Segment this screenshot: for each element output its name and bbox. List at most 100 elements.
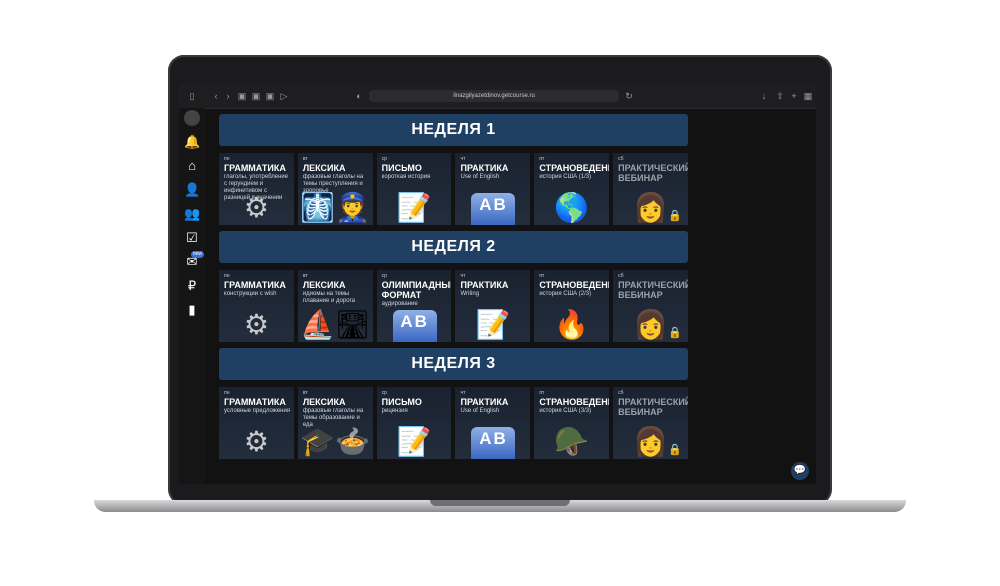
download-icon[interactable]: ↓ <box>759 91 769 101</box>
lesson-title: СТРАНОВЕДЕНИЕ <box>539 397 609 407</box>
lock-icon: 🔒 <box>668 444 682 456</box>
lesson-title: ПРАКТИКА <box>460 397 509 407</box>
shield-icon[interactable]: ◐ <box>354 91 364 101</box>
share-icon[interactable]: ⇧ <box>775 91 785 101</box>
tasks-icon[interactable]: ☑ <box>184 230 200 246</box>
gear-icon: ⚙ <box>243 309 269 340</box>
lesson-card[interactable]: вт ЛЕКСИКА фразовые глаголы на темы образо… <box>297 387 373 459</box>
lesson-card-locked[interactable]: сб ПРАКТИЧЕСКИЙ ВЕБИНАР 👩 🔒 <box>613 387 688 459</box>
helmet-icon: 🪖 <box>554 426 590 457</box>
lesson-subtitle: Use of English <box>460 174 500 180</box>
day-label: сб <box>618 390 624 396</box>
memo-icon: 📝 <box>396 192 432 223</box>
lesson-card[interactable]: чт ПРАКТИКА Use of English AB <box>455 153 531 225</box>
memo-icon: 📝 <box>475 309 511 340</box>
reload-icon[interactable]: ↻ <box>624 91 634 101</box>
lesson-subtitle: аудирование <box>381 301 418 307</box>
lesson-title: ПРАКТИКА <box>460 163 509 173</box>
tab-overview-icon[interactable]: ▦ <box>803 91 813 101</box>
mobile-icon[interactable]: ▮ <box>184 302 200 318</box>
home-icon[interactable]: ⌂ <box>184 158 200 174</box>
lesson-card[interactable]: ср ПИСЬМО рецензия 📝 <box>376 387 452 459</box>
graduation-food-icon: 🎓🍲 <box>300 426 371 457</box>
lesson-subtitle: рецензия <box>381 408 408 414</box>
xray-police-icon: 🩻👮 <box>300 192 371 223</box>
lesson-card-locked[interactable]: сб ПРАКТИЧЕСКИЙ ВЕБИНАР 👩 🔒 <box>613 270 688 342</box>
lesson-card[interactable]: птСТРАНОВЕДЕНИЕистория США (1/3) 🌎 <box>534 153 610 225</box>
lesson-card[interactable]: пн ГРАММАТИКА условные предложения ⚙ <box>219 387 294 459</box>
day-label: чт <box>460 273 466 279</box>
day-label: пт <box>539 390 545 396</box>
messages-icon[interactable]: ✉ new <box>184 251 204 270</box>
day-label: сб <box>618 156 624 162</box>
lesson-card[interactable]: чт ПРАКТИКА Use of English AB <box>455 387 531 459</box>
lesson-title: ЛЕКСИКА <box>302 397 346 407</box>
lesson-card[interactable]: птСТРАНОВЕДЕНИЕистория США (2/3) 🔥 <box>534 270 610 342</box>
laptop-notch <box>430 500 570 506</box>
url-bar[interactable]: ilnazgilyazetdinov.getcourse.ru <box>369 90 619 102</box>
chat-icon[interactable]: 💬 <box>791 462 809 480</box>
gear-icon: ⚙ <box>243 192 269 223</box>
week-block: НЕДЕЛЯ 1 пн ГРАММАТИКА глаголы, употреблен… <box>219 114 688 225</box>
globe-icon: 🌎 <box>554 192 590 223</box>
lesson-title: ЛЕКСИКА <box>302 280 346 290</box>
training-icon[interactable]: 👤 <box>184 182 200 198</box>
course-schedule: НЕДЕЛЯ 1 пн ГРАММАТИКА глаголы, употреблен… <box>219 114 688 465</box>
lesson-card-locked[interactable]: сб ПРАКТИЧЕСКИЙ ВЕБИНАР 👩 🔒 <box>613 153 688 225</box>
gear-icon: ⚙ <box>243 426 269 457</box>
lesson-subtitle: история США (1/3) <box>539 174 592 180</box>
bell-icon[interactable]: 🔔 <box>184 134 200 150</box>
extension-icon[interactable]: ▷ <box>279 91 289 101</box>
users-icon[interactable]: 👥 <box>184 206 200 222</box>
sailboat-road-icon: ⛵🛣 <box>300 309 371 340</box>
fire-icon: 🔥 <box>554 309 590 340</box>
abc-icon: AB <box>392 310 437 342</box>
lesson-subtitle: история США (3/3) <box>539 408 592 414</box>
day-label: чт <box>460 390 466 396</box>
lesson-subtitle: короткая история <box>381 174 431 180</box>
day-label: ср <box>381 273 387 279</box>
lesson-card[interactable]: чт ПРАКТИКА Writing 📝 <box>455 270 531 342</box>
day-label: вт <box>302 273 308 279</box>
lesson-card[interactable]: пн ГРАММАТИКА конструкции с wish ⚙ <box>219 270 294 342</box>
lesson-title: СТРАНОВЕДЕНИЕ <box>539 163 609 173</box>
lesson-subtitle: идиомы на темы плавание и дорога <box>302 291 355 304</box>
lesson-title: ЛЕКСИКА <box>302 163 346 173</box>
payments-icon[interactable]: ₽ <box>184 278 200 294</box>
lesson-card[interactable]: пн ГРАММАТИКА глаголы, употребление с геру… <box>219 153 294 225</box>
lesson-title: ПРАКТИКА <box>460 280 509 290</box>
lesson-title: ПИСЬМО <box>381 163 422 173</box>
app-sidebar: 🔔 ⌂ 👤 👥 ☑ ✉ new ₽ ▮ <box>179 108 205 484</box>
back-icon[interactable]: ‹ <box>211 91 221 101</box>
day-label: пн <box>224 156 230 162</box>
lesson-card[interactable]: ср ПИСЬМО короткая история 📝 <box>376 153 452 225</box>
tab-icon[interactable]: ▣ <box>237 91 247 101</box>
lesson-card[interactable]: вт ЛЕКСИКА идиомы на темы плавание и дорог… <box>297 270 373 342</box>
day-label: пт <box>539 156 545 162</box>
new-tab-icon[interactable]: + <box>789 91 799 101</box>
lesson-title: ОЛИМПИАДНЫЙ ФОРМАТ <box>381 280 452 300</box>
lesson-title: СТРАНОВЕДЕНИЕ <box>539 280 609 290</box>
lesson-card[interactable]: птСТРАНОВЕДЕНИЕистория США (3/3) 🪖 <box>534 387 610 459</box>
lesson-subtitle: условные предложения <box>224 408 291 414</box>
avatar[interactable] <box>184 110 200 126</box>
lesson-title: ПРАКТИЧЕСКИЙ ВЕБИНАР <box>618 280 688 300</box>
day-label: пн <box>224 273 230 279</box>
bookmark-icon[interactable]: ▣ <box>265 91 275 101</box>
day-label: пт <box>539 273 545 279</box>
week-title: НЕДЕЛЯ 3 <box>219 348 688 380</box>
forward-icon[interactable]: › <box>223 91 233 101</box>
lesson-subtitle: история США (2/3) <box>539 291 592 297</box>
sidebar-toggle-icon[interactable]: ▯ <box>187 91 197 101</box>
lesson-card[interactable]: вт ЛЕКСИКА фразовые глаголы на темы престу… <box>297 153 373 225</box>
lesson-card[interactable]: ср ОЛИМПИАДНЫЙ ФОРМАТ аудирование AB <box>376 270 452 342</box>
lock-icon: 🔒 <box>668 210 682 222</box>
abc-icon: AB <box>471 193 516 225</box>
day-label: ср <box>381 156 387 162</box>
lesson-title: ГРАММАТИКА <box>224 397 286 407</box>
lesson-title: ПРАКТИЧЕСКИЙ ВЕБИНАР <box>618 397 688 417</box>
day-label: ср <box>381 390 387 396</box>
tab-icon[interactable]: ▣ <box>251 91 261 101</box>
lesson-title: ПИСЬМО <box>381 397 422 407</box>
lesson-subtitle: Writing <box>460 291 480 297</box>
